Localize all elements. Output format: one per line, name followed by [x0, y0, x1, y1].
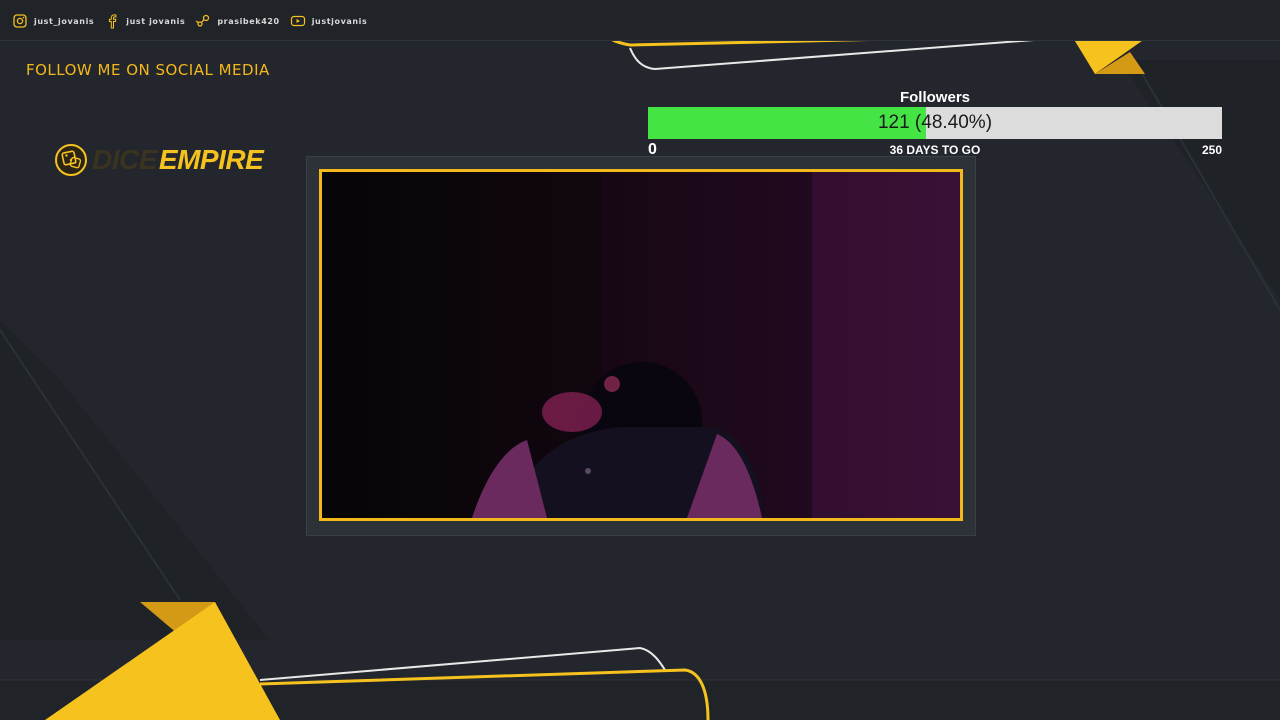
social-links: JUST_JOVANIS JUST JOVANIS PRASIBEK420 JU…: [12, 11, 367, 31]
webcam-feed: [322, 172, 960, 518]
goal-value: 121 (48.40%): [877, 112, 993, 133]
goal-label: Followers: [899, 89, 970, 106]
social-top-bar: JUST_JOVANIS JUST JOVANIS PRASIBEK420 JU…: [0, 0, 1280, 41]
steam-icon: [196, 14, 210, 27]
social-item-facebook[interactable]: JUST JOVANIS: [104, 13, 185, 29]
brand-text-dim: DICE: [92, 144, 157, 175]
facebook-icon: [109, 14, 117, 29]
social-handle: JUST_JOVANIS: [34, 16, 95, 26]
dice-icon: [55, 144, 87, 176]
brand-logo: DICE EMPIRE: [54, 140, 264, 180]
followers-goal: Followers 121 (48.40%) 0 36 DAYS TO GO 2…: [648, 88, 1222, 159]
goal-max: 250: [1201, 143, 1222, 157]
brand-text: EMPIRE: [158, 144, 264, 175]
social-handle: JUST JOVANIS: [126, 16, 186, 26]
social-handle: PRASIBEK420: [217, 16, 280, 26]
goal-days-left: 36 DAYS TO GO: [889, 143, 981, 157]
goal-progress-bar: 121 (48.40%): [648, 107, 1222, 139]
webcam-frame: [319, 169, 963, 521]
social-item-instagram[interactable]: JUST_JOVANIS: [12, 13, 94, 29]
social-item-steam[interactable]: PRASIBEK420: [195, 13, 279, 29]
follow-heading: FOLLOW ME ON SOCIAL MEDIA: [26, 61, 270, 79]
social-handle: JUSTJOVANIS: [311, 16, 368, 26]
instagram-icon: [13, 14, 27, 28]
social-item-youtube[interactable]: JUSTJOVANIS: [290, 13, 368, 29]
youtube-icon: [290, 15, 305, 27]
